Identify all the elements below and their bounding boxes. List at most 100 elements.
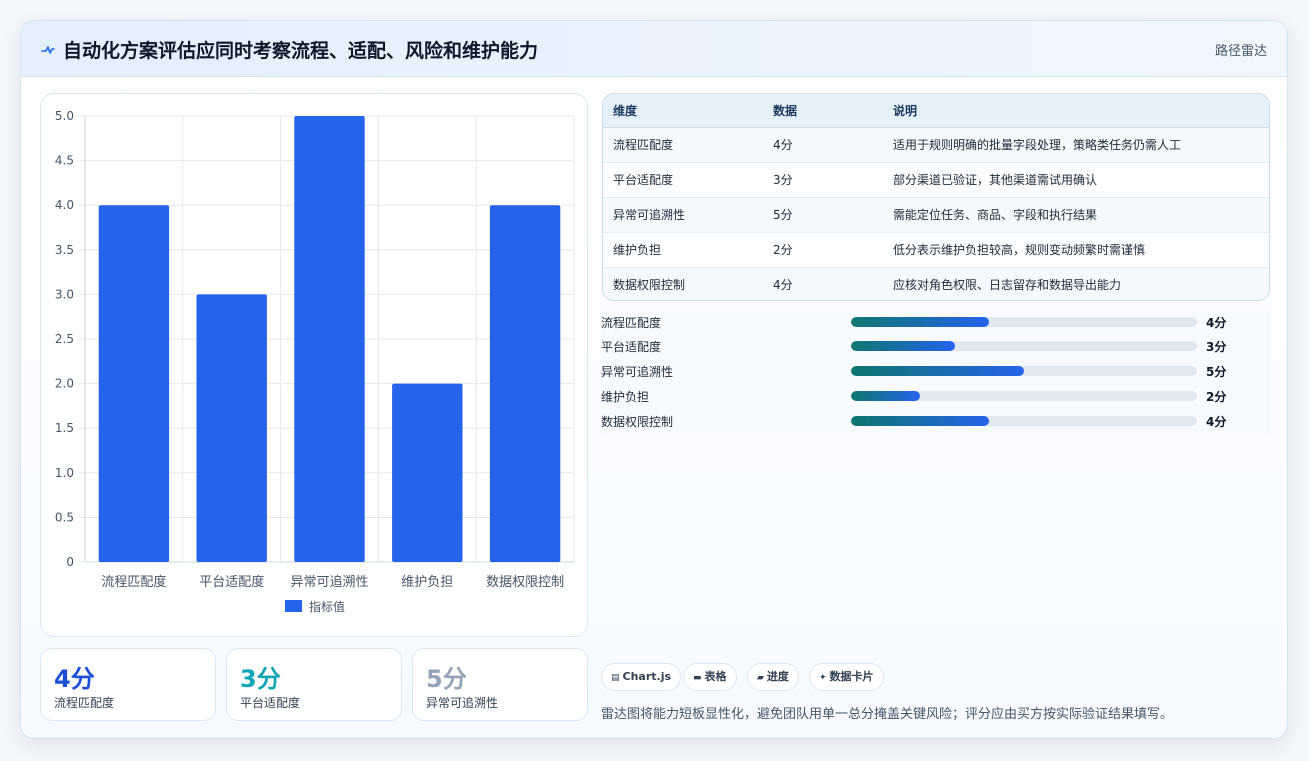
table-row: 维护负担 2分 低分表示维护负担较高，规则变动频繁时需谨慎 bbox=[603, 232, 1269, 267]
progress-label: 维护负担 bbox=[601, 390, 650, 404]
x-tick-label: 异常可追溯性 bbox=[290, 574, 368, 590]
cell-note: 适用于规则明确的批量字段处理，策略类任务仍需人工 bbox=[893, 138, 1182, 152]
stat-card-process: 4分 流程匹配度 bbox=[40, 648, 216, 721]
chip-data-card[interactable]: ✦ 数据卡片 bbox=[809, 663, 884, 691]
stat-value: 5分 bbox=[426, 665, 467, 693]
progress-row: 数据权限控制 4分 bbox=[601, 411, 1271, 431]
cell-dimension: 数据权限控制 bbox=[613, 278, 686, 293]
bar-chart-panel: 0 0.5 1.0 1.5 2.0 2.5 3.0 3.5 4.0 4.5 5.0 流程匹配度 平台适配… bbox=[40, 93, 588, 637]
footnote: 雷达图将能力短板显性化，避免团队用单一总分掩盖关键风险；评分应由买方按实际验证结… bbox=[601, 707, 1174, 722]
x-tick-label: 维护负担 bbox=[401, 575, 453, 590]
x-tick-label: 流程匹配度 bbox=[101, 574, 166, 590]
stat-label: 流程匹配度 bbox=[54, 696, 115, 710]
table-row: 流程匹配度 4分 适用于规则明确的批量字段处理，策略类任务仍需人工 bbox=[603, 127, 1269, 162]
stat-card-platform: 3分 平台适配度 bbox=[226, 648, 402, 721]
progress-row: 维护负担 2分 bbox=[601, 386, 1271, 406]
column-header: 数据 bbox=[763, 94, 883, 128]
progress-fill bbox=[851, 366, 1024, 376]
bar bbox=[98, 205, 170, 562]
progress-fill bbox=[851, 317, 990, 327]
progress-value: 4分 bbox=[1206, 415, 1227, 429]
column-header: 维度 bbox=[603, 94, 763, 128]
stat-label: 异常可追溯性 bbox=[426, 696, 499, 710]
progress-label: 数据权限控制 bbox=[601, 415, 674, 429]
progress-row: 平台适配度 3分 bbox=[601, 336, 1271, 356]
x-tick-label: 平台适配度 bbox=[199, 574, 264, 590]
page-title: 自动化方案评估应同时考察流程、适配、风险和维护能力 bbox=[63, 40, 539, 62]
header-badge: 路径雷达 bbox=[1214, 44, 1267, 59]
cell-score: 4分 bbox=[773, 138, 793, 152]
y-tick-label: 2.0 bbox=[55, 377, 74, 391]
cell-dimension: 异常可追溯性 bbox=[613, 208, 686, 222]
bar bbox=[392, 383, 463, 562]
bar-chart: 0 0.5 1.0 1.5 2.0 2.5 3.0 3.5 4.0 4.5 5.0 流程匹配度 平台适配… bbox=[55, 109, 575, 614]
dashboard-card: 自动化方案评估应同时考察流程、适配、风险和维护能力 路径雷达 0 0.5 1.0 1.… bbox=[20, 20, 1288, 739]
activity-icon bbox=[41, 39, 57, 59]
cell-score: 2分 bbox=[773, 243, 793, 257]
progress-track bbox=[851, 341, 1197, 351]
progress-value: 2分 bbox=[1206, 390, 1227, 404]
cell-note: 部分渠道已验证，其他渠道需试用确认 bbox=[893, 173, 1098, 187]
stat-card-traceability: 5分 异常可追溯性 bbox=[412, 648, 588, 721]
progress-value: 3分 bbox=[1206, 340, 1227, 354]
y-tick-label: 2.5 bbox=[55, 332, 74, 346]
bar bbox=[294, 116, 365, 562]
bar bbox=[489, 205, 561, 562]
cell-dimension: 维护负担 bbox=[613, 243, 662, 257]
progress-fill bbox=[851, 416, 990, 426]
progress-icon: ▰ bbox=[757, 673, 764, 683]
legend-label: 指标值 bbox=[309, 599, 345, 614]
table-row: 平台适配度 3分 部分渠道已验证，其他渠道需试用确认 bbox=[603, 162, 1269, 197]
chip-table[interactable]: ▬ 表格 bbox=[683, 663, 737, 691]
y-tick-label: 0.5 bbox=[55, 510, 74, 524]
header: 自动化方案评估应同时考察流程、适配、风险和维护能力 路径雷达 bbox=[21, 21, 1287, 77]
progress-track bbox=[851, 416, 1197, 426]
y-tick-label: 4.5 bbox=[55, 154, 74, 168]
chip-chartjs[interactable]: ▤ Chart.js bbox=[601, 663, 682, 691]
cell-dimension: 流程匹配度 bbox=[613, 138, 674, 152]
stat-value: 3分 bbox=[240, 665, 281, 693]
stat-value: 4分 bbox=[54, 665, 95, 693]
table-row: 数据权限控制 4分 应核对角色权限、日志留存和数据导出能力 bbox=[603, 267, 1269, 300]
chart-icon: ▤ bbox=[611, 673, 620, 683]
table-row: 异常可追溯性 5分 需能定位任务、商品、字段和执行结果 bbox=[603, 197, 1269, 232]
progress-row: 流程匹配度 4分 bbox=[601, 312, 1271, 332]
y-tick-label: 1.0 bbox=[55, 466, 74, 480]
progress-label: 流程匹配度 bbox=[601, 316, 662, 330]
chip-label: Chart.js bbox=[622, 670, 672, 683]
progress-track bbox=[851, 317, 1197, 327]
y-tick-label: 5.0 bbox=[55, 109, 74, 123]
bar bbox=[196, 294, 267, 562]
table-header-row: 维度 数据 说明 bbox=[603, 94, 1269, 128]
progress-track bbox=[851, 391, 1197, 401]
cell-score: 4分 bbox=[773, 278, 793, 293]
chip-progress[interactable]: ▰ 进度 bbox=[747, 663, 799, 691]
y-tick-label: 3.0 bbox=[55, 287, 74, 301]
y-tick-label: 1.5 bbox=[55, 421, 74, 435]
cell-note: 需能定位任务、商品、字段和执行结果 bbox=[893, 208, 1098, 222]
progress-label: 平台适配度 bbox=[601, 340, 662, 354]
cell-dimension: 平台适配度 bbox=[613, 173, 674, 187]
cell-score: 5分 bbox=[773, 208, 793, 222]
progress-fill bbox=[851, 341, 955, 351]
x-tick-label: 数据权限控制 bbox=[486, 574, 564, 590]
y-tick-label: 4.0 bbox=[55, 198, 74, 212]
progress-fill bbox=[851, 391, 921, 401]
progress-label: 异常可追溯性 bbox=[601, 365, 674, 379]
progress-value: 5分 bbox=[1206, 365, 1227, 379]
stat-label: 平台适配度 bbox=[240, 696, 301, 710]
legend-swatch bbox=[285, 600, 302, 612]
progress-value: 4分 bbox=[1206, 316, 1227, 330]
progress-track bbox=[851, 366, 1197, 376]
chip-label: 进度 bbox=[766, 670, 789, 683]
chip-label: 表格 bbox=[704, 670, 727, 683]
metrics-table: 维度 数据 说明 流程匹配度 4分 适用于规则明确的批量字段处理，策略类任务仍需… bbox=[602, 93, 1270, 301]
card-icon: ✦ bbox=[819, 673, 827, 683]
column-header: 说明 bbox=[883, 94, 1269, 128]
cell-score: 3分 bbox=[773, 173, 793, 187]
progress-panel: 流程匹配度 4分 平台适配度 3分 异常可追溯性 5分 维护负担 2分 数据权限… bbox=[601, 310, 1271, 434]
cell-note: 低分表示维护负担较高，规则变动频繁时需谨慎 bbox=[893, 243, 1146, 257]
cell-note: 应核对角色权限、日志留存和数据导出能力 bbox=[893, 278, 1122, 293]
chip-label: 数据卡片 bbox=[829, 670, 874, 683]
y-tick-label: 0 bbox=[66, 555, 74, 569]
